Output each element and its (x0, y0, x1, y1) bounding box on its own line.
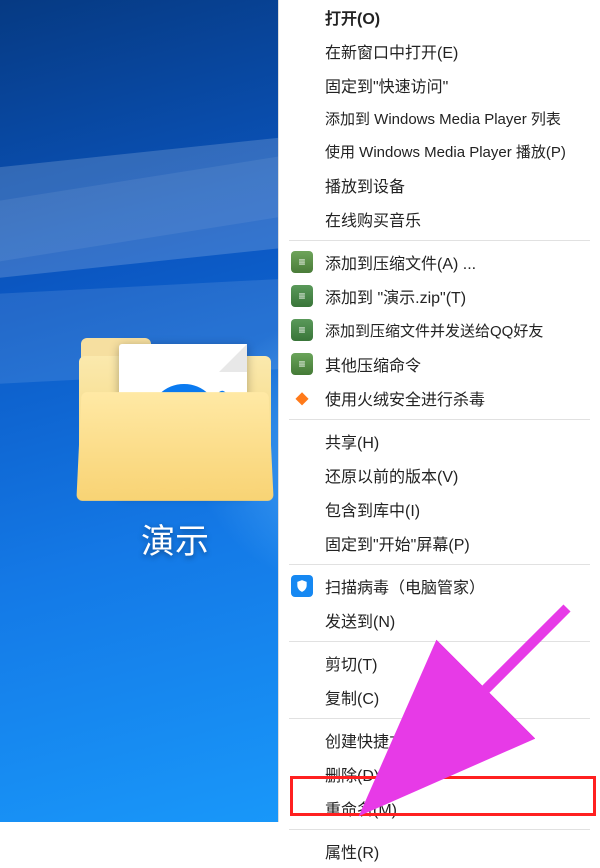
menu-properties[interactable]: 属性(R) (279, 834, 600, 868)
menu-scan-virus-qqmgr[interactable]: 扫描病毒（电脑管家） (279, 569, 600, 603)
menu-send-to[interactable]: 发送到(N) (279, 603, 600, 637)
menu-pin-quick-access[interactable]: 固定到"快速访问" (279, 68, 600, 102)
menu-huorong-scan[interactable]: ◆使用火绒安全进行杀毒 (279, 381, 600, 415)
menu-separator (289, 641, 590, 642)
archive-icon: ≡ (291, 353, 313, 375)
menu-archive-send-qq[interactable]: ≡添加到压缩文件并发送给QQ好友 (279, 313, 600, 347)
menu-buy-music-online[interactable]: 在线购买音乐 (279, 202, 600, 236)
menu-separator (289, 240, 590, 241)
menu-create-shortcut[interactable]: 创建快捷方式(S) (279, 723, 600, 757)
menu-add-to-named-zip[interactable]: ≡添加到 "演示.zip"(T) (279, 279, 600, 313)
folder-icon (75, 330, 275, 500)
menu-cast-to-device[interactable]: 播放到设备 (279, 168, 600, 202)
menu-separator (289, 419, 590, 420)
folder-item[interactable]: 演示 (70, 330, 280, 563)
menu-separator (289, 829, 590, 830)
menu-restore-previous[interactable]: 还原以前的版本(V) (279, 458, 600, 492)
shield-icon (291, 575, 313, 597)
menu-include-in-library[interactable]: 包含到库中(I) (279, 492, 600, 526)
context-menu: 打开(O) 在新窗口中打开(E) 固定到"快速访问" 添加到 Windows M… (278, 0, 600, 822)
menu-separator (289, 718, 590, 719)
menu-cut[interactable]: 剪切(T) (279, 646, 600, 680)
flame-icon: ◆ (291, 387, 313, 409)
menu-rename[interactable]: 重命名(M) (279, 791, 600, 825)
folder-label: 演示 (70, 514, 280, 563)
menu-wmp-play[interactable]: 使用 Windows Media Player 播放(P) (279, 135, 600, 168)
menu-wmp-add-list[interactable]: 添加到 Windows Media Player 列表 (279, 102, 600, 135)
menu-open-new-window[interactable]: 在新窗口中打开(E) (279, 34, 600, 68)
menu-copy[interactable]: 复制(C) (279, 680, 600, 714)
menu-separator (289, 564, 590, 565)
menu-add-to-archive[interactable]: ≡添加到压缩文件(A) ... (279, 245, 600, 279)
menu-other-archive[interactable]: ≡其他压缩命令 (279, 347, 600, 381)
menu-pin-to-start[interactable]: 固定到"开始"屏幕(P) (279, 526, 600, 560)
menu-open[interactable]: 打开(O) (279, 0, 600, 34)
archive-icon: ≡ (291, 319, 313, 341)
menu-delete[interactable]: 删除(D) (279, 757, 600, 791)
archive-icon: ≡ (291, 285, 313, 307)
archive-icon: ≡ (291, 251, 313, 273)
menu-share[interactable]: 共享(H) (279, 424, 600, 458)
